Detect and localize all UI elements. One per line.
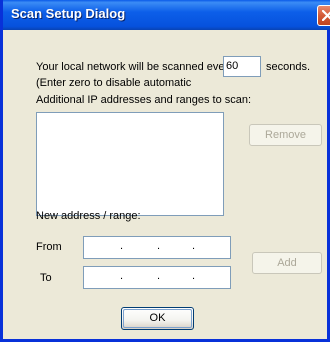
- to-ip-field[interactable]: . . .: [83, 266, 231, 289]
- from-ip-field[interactable]: . . .: [83, 236, 231, 259]
- zero-hint-label: (Enter zero to disable automatic: [36, 77, 192, 89]
- ok-button-label: OK: [149, 312, 166, 324]
- new-range-label: New address / range:: [36, 210, 141, 222]
- from-label: From: [36, 241, 62, 253]
- scan-setup-dialog: Scan Setup Dialog Your local network wil…: [0, 0, 330, 342]
- additional-ranges-label: Additional IP addresses and ranges to sc…: [36, 94, 252, 106]
- scan-interval-input[interactable]: 60: [223, 56, 261, 77]
- ip-dot: .: [157, 240, 161, 252]
- to-label: To: [40, 272, 52, 284]
- add-button[interactable]: Add: [252, 252, 322, 274]
- ip-dot: .: [157, 270, 161, 282]
- remove-button[interactable]: Remove: [249, 124, 322, 146]
- title-bar[interactable]: Scan Setup Dialog: [3, 0, 330, 30]
- close-button[interactable]: [317, 5, 330, 26]
- scan-interval-label: Your local network will be scanned every: [36, 61, 234, 73]
- ip-dot: .: [192, 240, 196, 252]
- ip-dot: .: [120, 240, 124, 252]
- ip-dot: .: [120, 270, 124, 282]
- ok-button[interactable]: OK: [121, 307, 194, 330]
- ip-ranges-list[interactable]: [36, 112, 224, 216]
- close-icon: [322, 10, 330, 21]
- window-title: Scan Setup Dialog: [11, 6, 126, 21]
- seconds-label: seconds.: [266, 61, 311, 73]
- ip-dot: .: [192, 270, 196, 282]
